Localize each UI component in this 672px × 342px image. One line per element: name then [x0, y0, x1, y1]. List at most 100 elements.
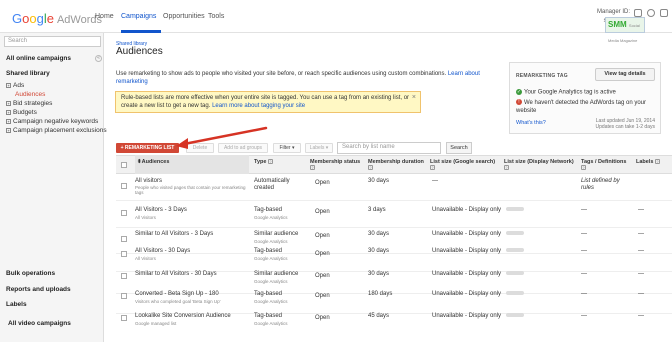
- audience-cell: Lookalike Site Conversion Audience Google…: [135, 313, 231, 327]
- redacted-value: [506, 313, 524, 318]
- sidebar-item-campaign-negative-keywords[interactable]: + Campaign negative keywords: [6, 118, 98, 125]
- row-checkbox[interactable]: [121, 210, 127, 216]
- help-icon[interactable]: ?: [430, 165, 435, 171]
- notifications-icon[interactable]: [634, 9, 642, 17]
- tags-cell: —: [581, 271, 587, 277]
- list-search-input[interactable]: Search by list name: [337, 142, 441, 154]
- column-membership-status[interactable]: Membership status?: [310, 159, 360, 171]
- duration-cell: 180 days: [368, 291, 393, 297]
- type-source: Google Analytics: [254, 299, 288, 304]
- sidebar-bulk-operations[interactable]: Bulk operations: [6, 270, 55, 277]
- sidebar-item-budgets[interactable]: + Budgets: [6, 109, 37, 116]
- type-source: Google Analytics: [254, 279, 288, 284]
- redacted-value: [506, 291, 524, 296]
- type-label: Tag-based: [254, 313, 283, 319]
- column-list-size-search[interactable]: List size (Google search)?: [430, 159, 495, 171]
- expand-icon[interactable]: +: [6, 118, 11, 124]
- row-checkbox[interactable]: [121, 273, 127, 279]
- help-icon[interactable]: ?: [504, 165, 509, 171]
- sidebar-item-campaign-placement-exclusions[interactable]: + Campaign placement exclusions: [6, 127, 107, 134]
- help-icon[interactable]: ?: [654, 159, 660, 165]
- column-label: List size (Display Network): [504, 159, 574, 165]
- audience-name-link[interactable]: All Visitors - 30 Days: [135, 248, 190, 254]
- expand-icon[interactable]: +: [6, 127, 11, 133]
- row-checkbox[interactable]: [121, 183, 127, 189]
- collapse-sidebar-icon[interactable]: «: [95, 55, 102, 62]
- expand-icon[interactable]: +: [6, 109, 11, 115]
- sidebar-all-online-campaigns[interactable]: All online campaigns: [6, 55, 71, 62]
- audience-cell: All Visitors - 30 Days All Visitors: [135, 248, 190, 262]
- tags-cell: List defined by rules: [581, 178, 620, 191]
- status-cell: Open: [315, 209, 330, 215]
- audience-name-link[interactable]: Similar to All Visitors - 3 Days: [135, 231, 213, 237]
- help-icon[interactable]: ?: [310, 165, 315, 171]
- sidebar-shared-library[interactable]: Shared library: [6, 70, 50, 77]
- nav-tools[interactable]: Tools: [208, 13, 224, 20]
- sidebar-item-ads[interactable]: + Ads: [6, 82, 24, 89]
- labels-cell: —: [638, 231, 644, 237]
- help-icon[interactable]: ?: [267, 159, 273, 165]
- size-display-cell: [506, 271, 524, 278]
- column-labels[interactable]: Labels ?: [636, 159, 660, 165]
- smm-watermark-logo: SMM Social Media Magazine: [605, 17, 645, 43]
- audience-name-link[interactable]: All Visitors - 3 Days: [135, 207, 187, 213]
- audience-name-link[interactable]: Converted - Beta Sign Up - 180: [135, 291, 219, 297]
- redacted-value: [506, 271, 524, 276]
- column-tags-definitions[interactable]: Tags / Definitions?: [581, 159, 626, 171]
- notice-learn-link[interactable]: Learn more about tagging your site: [212, 103, 305, 109]
- search-button[interactable]: Search: [446, 142, 472, 154]
- settings-icon[interactable]: [660, 9, 668, 17]
- nav-home[interactable]: Home: [95, 13, 114, 20]
- tags-cell: —: [581, 207, 587, 213]
- column-type[interactable]: Type ?: [254, 159, 273, 165]
- expand-icon[interactable]: +: [6, 100, 11, 106]
- sidebar-search-input[interactable]: Search: [4, 36, 101, 47]
- row-checkbox[interactable]: [121, 293, 127, 299]
- size-search-cell: Unavailable - Display only: [432, 271, 502, 277]
- sidebar-reports-uploads[interactable]: Reports and uploads: [6, 286, 71, 293]
- sidebar-item-bid-strategies[interactable]: + Bid strategies: [6, 100, 52, 107]
- row-checkbox[interactable]: [121, 251, 127, 257]
- whats-this-link[interactable]: What's this?: [516, 120, 546, 126]
- type-label: Similar audience: [254, 231, 299, 237]
- column-audiences[interactable]: ⬍Audiences: [135, 155, 249, 174]
- column-membership-duration[interactable]: Membership duration?: [368, 159, 424, 171]
- sidebar-labels[interactable]: Labels: [6, 301, 27, 308]
- check-icon: ✓: [516, 89, 522, 95]
- nav-opportunities[interactable]: Opportunities: [163, 13, 205, 20]
- nav-campaigns[interactable]: Campaigns: [121, 13, 156, 20]
- table-header: ⬍Audiences Type ? Membership status? Mem…: [116, 155, 672, 174]
- row-checkbox[interactable]: [121, 236, 127, 242]
- size-display-cell: [506, 207, 524, 214]
- help-icon[interactable]: ?: [581, 165, 586, 171]
- redacted-value: [506, 207, 524, 212]
- filter-dropdown[interactable]: Filter ▾: [273, 143, 301, 153]
- labels-dropdown[interactable]: Labels ▾: [305, 143, 333, 153]
- audience-cell: Similar to All Visitors - 30 Days: [135, 271, 217, 278]
- sidebar-item-label: Bid strategies: [13, 100, 53, 107]
- help-icon[interactable]: ?: [368, 165, 373, 171]
- column-label: Membership duration: [368, 159, 424, 165]
- type-label: Tag-based: [254, 291, 283, 297]
- row-checkbox[interactable]: [121, 315, 127, 321]
- sidebar: [0, 33, 104, 342]
- help-icon[interactable]: [647, 9, 655, 17]
- close-icon[interactable]: ×: [412, 94, 416, 102]
- audience-name-link[interactable]: All visitors: [135, 178, 162, 184]
- status-text: We haven't detected the AdWords tag on y…: [516, 100, 647, 114]
- audience-name-link[interactable]: Lookalike Site Conversion Audience: [135, 313, 231, 319]
- panel-title: REMARKETING TAG: [516, 73, 568, 79]
- type-source: Google Analytics: [254, 321, 288, 326]
- column-list-size-display[interactable]: List size (Display Network)?: [504, 159, 574, 171]
- sidebar-all-video-campaigns[interactable]: All video campaigns: [8, 320, 71, 327]
- view-tag-details-button[interactable]: View tag details: [595, 68, 655, 81]
- size-search-cell: Unavailable - Display only: [432, 207, 502, 213]
- sidebar-item-audiences[interactable]: Audiences: [15, 91, 45, 98]
- audience-cell: All visitors People who visited pages tha…: [135, 178, 247, 195]
- status-cell: Open: [315, 273, 330, 279]
- select-all-checkbox[interactable]: [121, 162, 127, 168]
- sidebar-item-label: Ads: [13, 82, 25, 89]
- expand-icon[interactable]: +: [6, 82, 11, 88]
- size-search-cell: Unavailable - Display only: [432, 248, 502, 254]
- audience-name-link[interactable]: Similar to All Visitors - 30 Days: [135, 271, 217, 277]
